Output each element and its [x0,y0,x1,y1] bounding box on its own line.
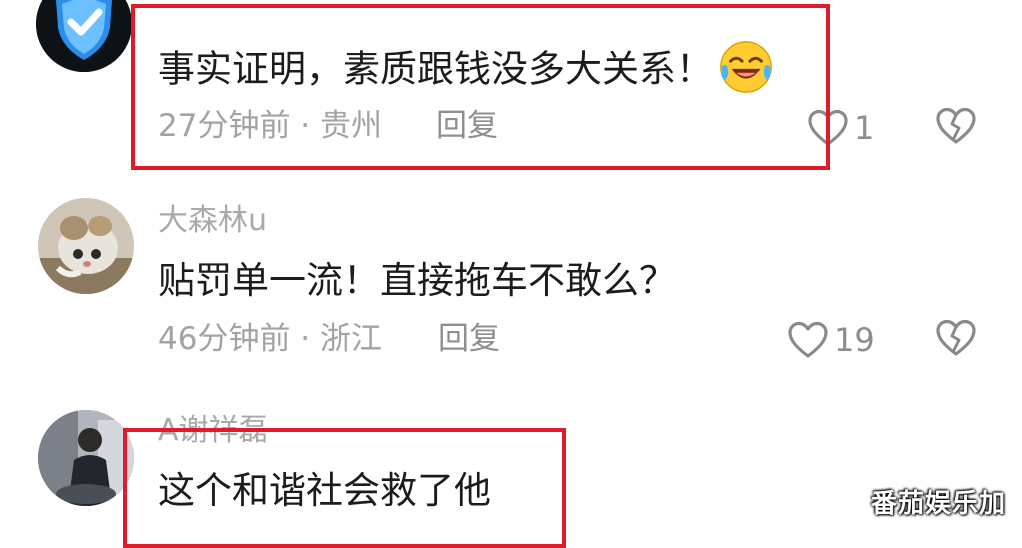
laughing-crying-emoji [720,41,772,93]
person-photo-avatar [38,410,134,506]
comment-text: 贴罚单一流！直接拖车不敢么？ [158,259,676,302]
comment-item: 大森林u 贴罚单一流！直接拖车不敢么？ 46分钟前 · 浙江 回复 19 [0,190,1022,380]
broken-heart-icon [936,107,976,144]
heart-icon [808,109,848,146]
username[interactable]: A谢祥磊 [158,416,269,446]
dislike-button[interactable] [934,106,978,150]
comment-time-location: 27分钟前 · 贵州 [158,108,383,144]
avatar[interactable] [36,0,132,72]
dislike-button[interactable] [934,318,978,362]
broken-heart-icon [936,319,976,356]
comment-item: A谢祥磊 这个和谐社会救了他 [0,400,1022,532]
comment-time-location: 46分钟前 · 浙江 [158,321,383,357]
like-button[interactable]: 19 [786,318,875,362]
avatar[interactable] [38,410,134,506]
avatar[interactable] [38,198,134,294]
shield-check-icon [36,0,132,72]
like-button[interactable]: 1 [806,106,874,150]
comment-text: 事实证明，素质跟钱没多大关系！ [158,41,775,100]
reply-button[interactable]: 回复 [438,324,500,355]
reply-button[interactable]: 回复 [436,111,498,142]
comment-text: 这个和谐社会救了他 [158,469,491,512]
like-count: 1 [854,109,875,147]
watermark: 番茄娱乐加 [870,489,1006,519]
like-count: 19 [834,321,875,359]
cat-photo-avatar [38,198,134,294]
username[interactable]: 大森林u [158,206,267,236]
heart-icon [788,321,828,358]
comment-item: 事实证明，素质跟钱没多大关系！ 27分钟前 · 贵州 回复 1 [0,0,1022,180]
